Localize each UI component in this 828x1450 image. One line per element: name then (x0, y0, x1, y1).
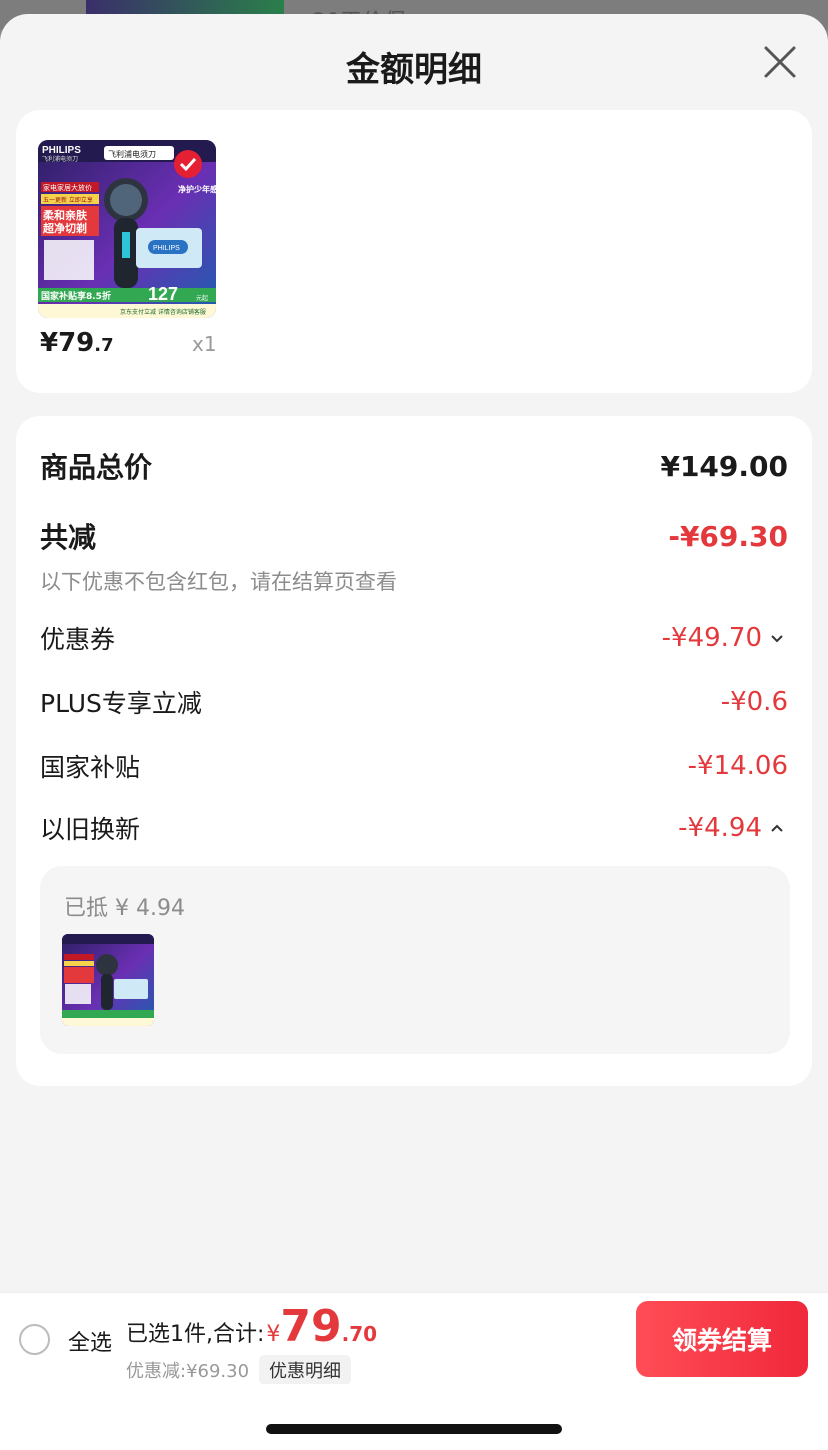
brand-logo-text: PHILIPS (42, 145, 81, 156)
plus-discount-value: -¥0.6 (720, 687, 788, 717)
coupon-row[interactable]: 优惠券 -¥49.70 (40, 618, 788, 658)
discount-detail-button[interactable]: 优惠明细 (259, 1355, 352, 1385)
coupon-label: 优惠券 (40, 625, 116, 654)
promo-text-2: 五一更新 立即立享 (43, 196, 93, 204)
coupon-value-wrap: -¥49.70 (662, 623, 788, 653)
national-subsidy-value: -¥14.06 (687, 751, 788, 781)
checkout-button[interactable]: 领券结算 (636, 1301, 808, 1377)
sheet-header: 金额明细 (0, 14, 828, 110)
trade-in-value-wrap: -¥4.94 (678, 813, 788, 843)
total-reduction-value: -¥69.30 (668, 519, 788, 553)
total-amount-decimal: .70 (341, 1322, 378, 1346)
plus-discount-row: PLUS专享立减 -¥0.6 (40, 682, 788, 722)
trade-in-offset-label: 已抵 ¥ 4.94 (64, 896, 185, 921)
chevron-up-icon[interactable] (766, 817, 788, 839)
trade-in-product-image[interactable] (62, 934, 154, 1026)
trade-in-row[interactable]: 以旧换新 -¥4.94 (40, 808, 788, 848)
checkout-bar: 全选 已选1件,合计: ¥ 79 .70 优惠减:¥69.30 优惠明细 领券结… (0, 1292, 828, 1385)
select-all-radio[interactable] (19, 1324, 50, 1355)
home-indicator-area (0, 1384, 828, 1450)
chevron-down-icon[interactable] (766, 627, 788, 649)
svg-text:PHILIPS: PHILIPS (153, 245, 180, 252)
total-price-row: 商品总价 ¥149.00 (40, 446, 788, 486)
select-all-label[interactable]: 全选 (68, 1325, 112, 1357)
trade-in-label: 以旧换新 (40, 815, 141, 844)
coupon-value: -¥49.70 (661, 623, 762, 653)
badge-text: 净护少年感 (178, 184, 216, 194)
close-button[interactable] (760, 42, 800, 82)
total-reduction-row: 共减 -¥69.30 (40, 516, 788, 556)
image-price-text: 127 (148, 284, 178, 304)
discount-line: 优惠减:¥69.30 优惠明细 (126, 1355, 352, 1385)
sheet-title: 金额明细 (346, 50, 482, 90)
promo-text-1: 家电家居大放价 (43, 183, 92, 192)
product-price-decimal: .7 (94, 335, 114, 356)
price-detail-card: 商品总价 ¥149.00 共减 -¥69.30 以下优惠不包含红包，请在结算页查… (16, 416, 812, 1086)
product-image[interactable]: PHILIPS 飞利浦电须刀 飞利浦电须刀 家电家居大放价 五一更新 立即立享 … (38, 140, 216, 318)
image-bottom-text: 京东支付立减 详情咨询店铺客服 (120, 308, 206, 316)
plus-discount-label: PLUS专享立减 (40, 689, 202, 718)
product-quantity: x1 (192, 332, 217, 356)
slogan-text-1: 柔和亲肤 (42, 208, 88, 222)
total-amount-int: 79 (280, 1301, 342, 1352)
slogan-text-2: 超净切剃 (42, 221, 87, 235)
national-subsidy-label: 国家补贴 (40, 753, 141, 782)
close-icon (764, 46, 796, 78)
image-price-suffix: 元起 (196, 294, 208, 302)
amount-detail-sheet: 金额明细 PHILIPS 飞利浦电须刀 飞利浦电须刀 家电家居大放价 五一更新 … (0, 14, 828, 1450)
home-indicator[interactable] (266, 1424, 562, 1434)
selected-total-label: 已选1件,合计: (126, 1322, 265, 1347)
total-currency: ¥ (266, 1322, 281, 1347)
product-price-int: ¥79 (40, 328, 95, 358)
product-card: PHILIPS 飞利浦电须刀 飞利浦电须刀 家电家居大放价 五一更新 立即立享 … (16, 110, 812, 393)
trade-in-detail-box: 已抵 ¥ 4.94 (40, 866, 790, 1054)
total-price-value: ¥149.00 (660, 449, 788, 483)
top-tag-text: 飞利浦电须刀 (108, 149, 156, 159)
total-reduction-label: 共减 (40, 521, 97, 554)
discount-amount: 优惠减:¥69.30 (126, 1361, 250, 1382)
total-price-label: 商品总价 (40, 451, 153, 484)
total-line: 已选1件,合计: ¥ 79 .70 (126, 1301, 377, 1352)
trade-in-value: -¥4.94 (678, 813, 762, 843)
product-price: ¥79.7 (40, 328, 114, 358)
brand-cn-text: 飞利浦电须刀 (42, 155, 78, 163)
reduction-note: 以下优惠不包含红包，请在结算页查看 (40, 570, 397, 594)
national-subsidy-row: 国家补贴 -¥14.06 (40, 746, 788, 786)
subsidy-text: 国家补贴享8.5折 (41, 290, 111, 302)
